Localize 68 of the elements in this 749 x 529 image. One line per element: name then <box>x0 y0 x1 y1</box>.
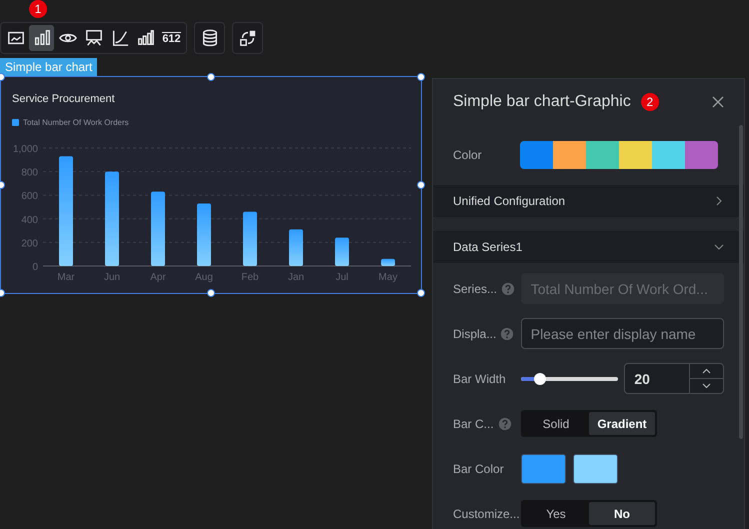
axis-label: 800 <box>21 168 38 179</box>
bar <box>243 212 257 266</box>
field-label: Color <box>453 148 483 162</box>
bar-chart-icon <box>32 29 50 47</box>
chevron-icon <box>714 196 724 206</box>
bar <box>289 229 303 266</box>
color-swatch[interactable] <box>652 141 685 169</box>
segment-option[interactable]: No <box>589 502 655 525</box>
axis-label: Jun <box>104 272 120 283</box>
resize-handle[interactable] <box>417 73 425 81</box>
bar <box>381 258 395 266</box>
line-chart-icon <box>110 29 128 47</box>
axis-label: 600 <box>21 191 38 202</box>
axis-label: 200 <box>21 238 38 250</box>
step-badge: 2 <box>640 93 659 111</box>
axis-label: Jan <box>288 272 304 283</box>
chevron-icon <box>714 242 724 252</box>
chevron-down-icon[interactable] <box>702 383 711 389</box>
text-field[interactable]: Please enter display name <box>520 318 724 349</box>
chart-card[interactable]: Service Procurement Total Number Of Work Orders 0 200 400 600 800 1,000 Mar Jun Apr Aug Feb Jan Jul May <box>0 76 422 294</box>
color-swatch[interactable] <box>573 454 618 484</box>
axis-label: May <box>378 272 398 283</box>
resize-handle[interactable] <box>417 289 425 297</box>
chevron-up-icon[interactable] <box>702 368 711 374</box>
field-label: Customize... <box>453 506 520 520</box>
color-swatch[interactable] <box>520 141 553 169</box>
panel-title: Simple bar chart-Graphic <box>453 93 631 111</box>
image-icon <box>6 29 24 47</box>
color-swatch[interactable] <box>619 141 652 169</box>
database-icon <box>200 29 218 47</box>
color-swatch[interactable] <box>521 454 566 484</box>
number-field[interactable]: 20 <box>624 363 724 394</box>
bar <box>335 238 349 266</box>
toolbar-button[interactable] <box>29 25 54 51</box>
axis-label: 400 <box>21 214 38 226</box>
step-badge: 1 <box>29 0 47 18</box>
field-label: Displa... <box>453 326 496 340</box>
axis-label: 0 <box>32 262 38 273</box>
bar <box>197 203 211 266</box>
axis-label: Aug <box>195 272 213 283</box>
segment-option[interactable]: Solid <box>523 412 589 435</box>
color-swatch[interactable] <box>586 141 619 169</box>
column-chart-icon <box>136 29 154 47</box>
segment-option[interactable]: Gradient <box>589 412 655 435</box>
close-icon[interactable] <box>712 96 724 108</box>
resize-handle[interactable] <box>207 73 215 81</box>
section-header[interactable]: Data Series1 <box>433 231 744 263</box>
field-label: Bar Color <box>453 462 504 476</box>
toolbar-button[interactable]: 612 <box>159 25 184 51</box>
axis-label: Mar <box>57 272 75 283</box>
section-header[interactable]: Unified Configuration <box>433 185 744 217</box>
resize-handle[interactable] <box>207 289 215 297</box>
board-icon <box>84 29 102 47</box>
axis-label: 1,000 <box>12 144 38 155</box>
field-label: Bar Width <box>453 372 506 386</box>
field-label: Series... <box>453 282 498 296</box>
segment-option[interactable]: Yes <box>523 502 589 525</box>
axis-label: Apr <box>150 272 166 283</box>
axis-label: Jul <box>336 272 348 283</box>
resize-handle[interactable] <box>417 181 425 189</box>
color-swatch[interactable] <box>685 141 718 169</box>
swap-icon <box>238 29 256 47</box>
chart-title: Service Procurement <box>12 93 116 105</box>
color-swatch[interactable] <box>553 141 586 169</box>
legend-label: Total Number Of Work Orders <box>23 118 129 127</box>
widget-label: Simple bar chart <box>0 58 98 76</box>
field-label: Bar C... <box>453 416 494 430</box>
axis-label: Feb <box>241 272 259 283</box>
